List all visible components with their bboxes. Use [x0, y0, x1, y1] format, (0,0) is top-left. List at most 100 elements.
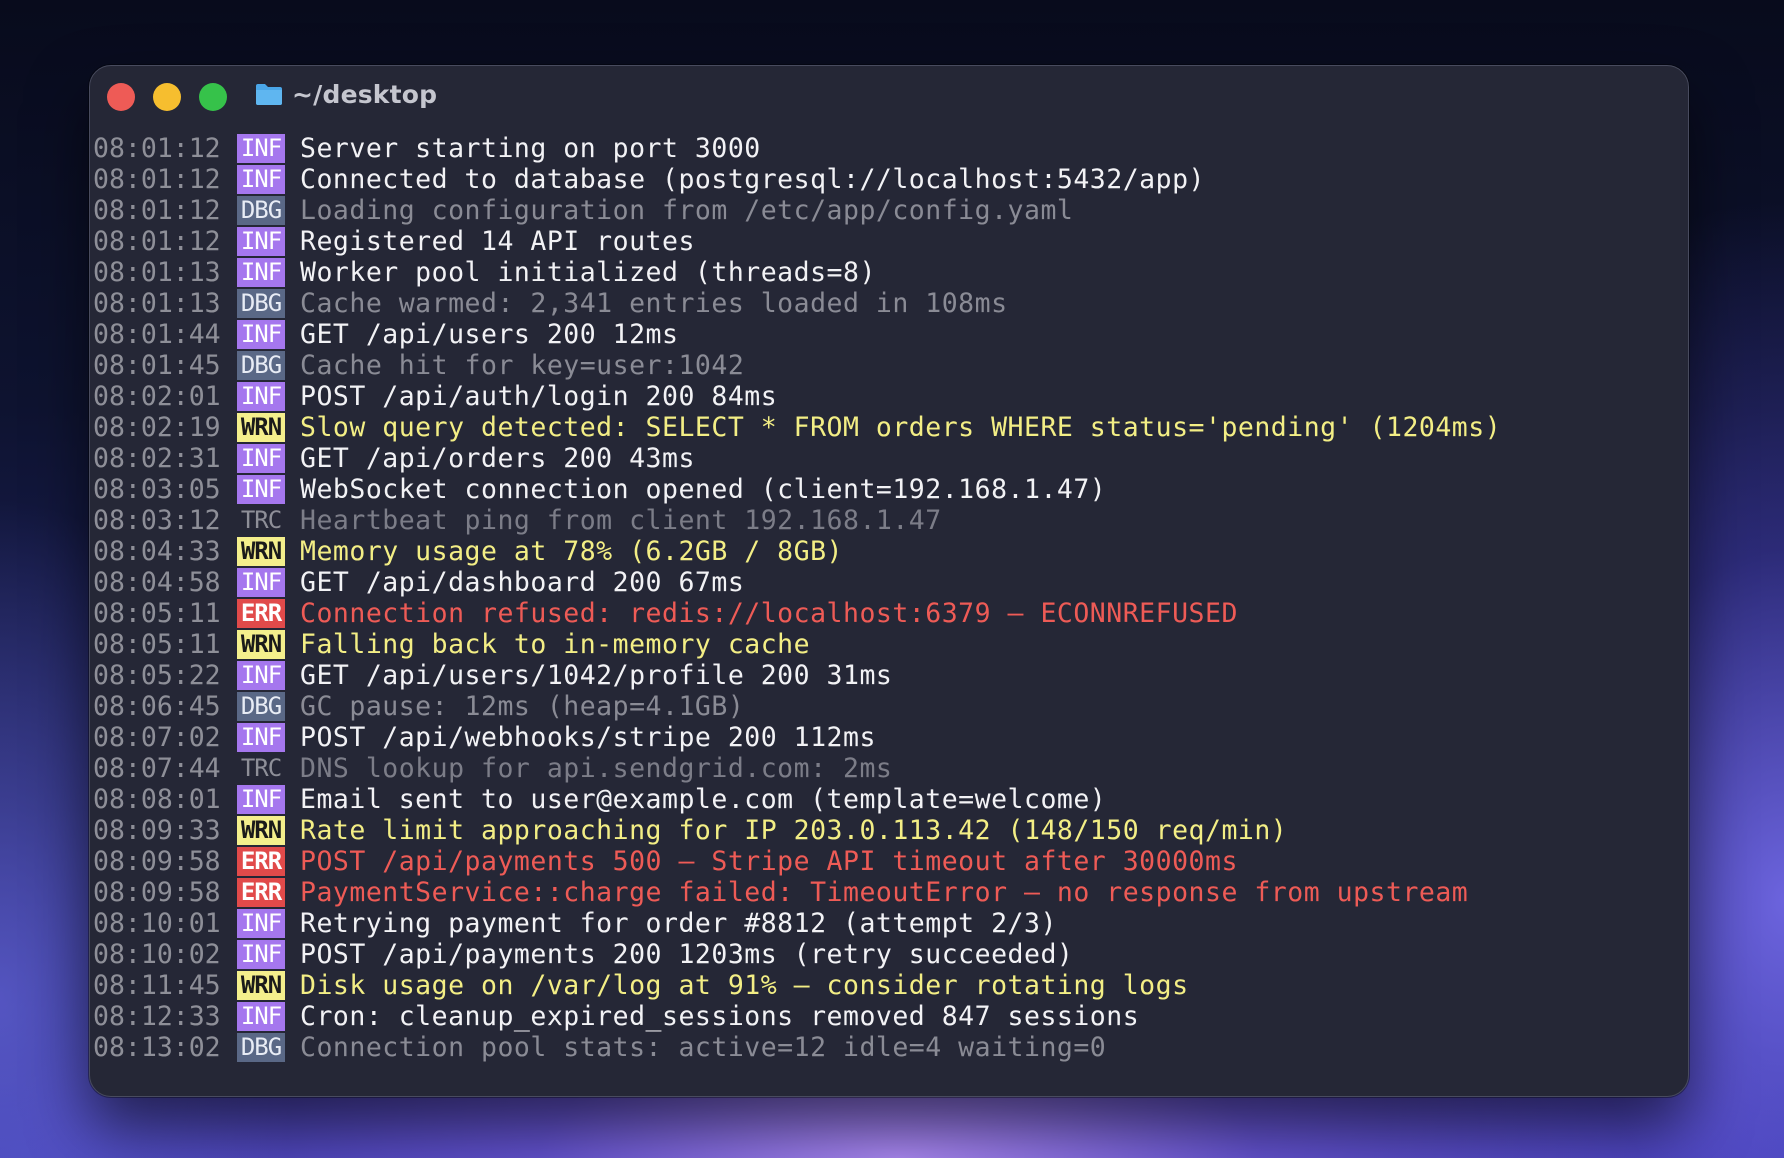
log-level-badge: WRN [237, 816, 285, 845]
log-message: GET /api/orders 200 43ms [300, 443, 695, 474]
log-timestamp: 08:08:01 [93, 784, 221, 815]
maximize-button[interactable] [199, 83, 227, 111]
log-timestamp: 08:02:31 [93, 443, 221, 474]
log-timestamp: 08:01:13 [93, 288, 221, 319]
log-line: 08:03:12 TRC Heartbeat ping from client 19… [93, 505, 1673, 536]
log-message: Retrying payment for order #8812 (attemp… [300, 908, 1057, 939]
log-timestamp: 08:10:01 [93, 908, 221, 939]
log-level-badge: ERR [237, 599, 285, 628]
log-message: Cache warmed: 2,341 entries loaded in 10… [300, 288, 1008, 319]
log-message: Loading configuration from /etc/app/conf… [300, 195, 1074, 226]
log-message: PaymentService::charge failed: TimeoutEr… [300, 877, 1469, 908]
log-timestamp: 08:10:02 [93, 939, 221, 970]
log-message: Heartbeat ping from client 192.168.1.47 [300, 505, 942, 536]
log-line: 08:01:45 DBG Cache hit for key=user:1042 [93, 350, 1673, 381]
log-line: 08:10:01 INF Retrying payment for order #8… [93, 908, 1673, 939]
log-level-badge: INF [237, 909, 285, 938]
folder-icon [256, 84, 282, 105]
log-line: 08:01:12 INF Connected to database (postgr… [93, 164, 1673, 195]
log-timestamp: 08:01:12 [93, 164, 221, 195]
log-line: 08:04:33 WRN Memory usage at 78% (6.2GB / … [93, 536, 1673, 567]
log-line: 08:07:02 INF POST /api/webhooks/stripe 200… [93, 722, 1673, 753]
log-line: 08:01:12 INF Server starting on port 3000 [93, 133, 1673, 164]
log-level-badge: TRC [240, 506, 282, 534]
log-line: 08:01:13 DBG Cache warmed: 2,341 entries l… [93, 288, 1673, 319]
log-level-badge: DBG [237, 1033, 285, 1062]
log-message: GET /api/users/1042/profile 200 31ms [300, 660, 893, 691]
log-line: 08:09:33 WRN Rate limit approaching for IP… [93, 815, 1673, 846]
log-line: 08:13:02 DBG Connection pool stats: active… [93, 1032, 1673, 1063]
terminal-window: ~/desktop 08:01:12 INF Server starting on … [89, 65, 1689, 1097]
log-level-badge: ERR [237, 878, 285, 907]
log-line: 08:02:31 INF GET /api/orders 200 43ms [93, 443, 1673, 474]
log-message: Email sent to user@example.com (template… [300, 784, 1107, 815]
log-message: Server starting on port 3000 [300, 133, 761, 164]
log-timestamp: 08:03:12 [93, 505, 221, 536]
log-output[interactable]: 08:01:12 INF Server starting on port 3000 0… [93, 133, 1673, 1063]
log-line: 08:09:58 ERR PaymentService::charge failed… [93, 877, 1673, 908]
log-level-badge: DBG [237, 196, 285, 225]
log-timestamp: 08:04:33 [93, 536, 221, 567]
log-level-badge: INF [237, 134, 285, 163]
log-line: 08:03:05 INF WebSocket connection opened (… [93, 474, 1673, 505]
log-message: Disk usage on /var/log at 91% — consider… [300, 970, 1189, 1001]
log-level-badge: INF [237, 661, 285, 690]
log-level-badge: DBG [237, 692, 285, 721]
log-level-badge: TRC [240, 754, 282, 782]
log-line: 08:04:58 INF GET /api/dashboard 200 67ms [93, 567, 1673, 598]
log-message: Connection refused: redis://localhost:63… [300, 598, 1238, 629]
title-bar[interactable]: ~/desktop [90, 66, 1688, 130]
log-message: GET /api/dashboard 200 67ms [300, 567, 745, 598]
log-timestamp: 08:04:58 [93, 567, 221, 598]
log-timestamp: 08:07:02 [93, 722, 221, 753]
log-line: 08:07:44 TRC DNS lookup for api.sendgrid.c… [93, 753, 1673, 784]
log-message: Falling back to in-memory cache [300, 629, 811, 660]
log-message: DNS lookup for api.sendgrid.com: 2ms [300, 753, 893, 784]
log-timestamp: 08:09:58 [93, 846, 221, 877]
log-level-badge: INF [237, 785, 285, 814]
log-line: 08:05:11 ERR Connection refused: redis://l… [93, 598, 1673, 629]
log-level-badge: INF [237, 165, 285, 194]
log-level-badge: INF [237, 444, 285, 473]
minimize-button[interactable] [153, 83, 181, 111]
log-line: 08:02:01 INF POST /api/auth/login 200 84ms [93, 381, 1673, 412]
log-line: 08:01:12 INF Registered 14 API routes [93, 226, 1673, 257]
log-message: Rate limit approaching for IP 203.0.113.… [300, 815, 1288, 846]
log-message: Cache hit for key=user:1042 [300, 350, 745, 381]
log-message: Memory usage at 78% (6.2GB / 8GB) [300, 536, 843, 567]
log-timestamp: 08:01:13 [93, 257, 221, 288]
log-level-badge: INF [237, 568, 285, 597]
log-line: 08:01:12 DBG Loading configuration from /e… [93, 195, 1673, 226]
log-timestamp: 08:09:33 [93, 815, 221, 846]
log-level-badge: WRN [237, 971, 285, 1000]
log-message: GC pause: 12ms (heap=4.1GB) [300, 691, 745, 722]
log-line: 08:11:45 WRN Disk usage on /var/log at 91%… [93, 970, 1673, 1001]
log-message: Registered 14 API routes [300, 226, 695, 257]
log-level-badge: INF [237, 940, 285, 969]
log-line: 08:09:58 ERR POST /api/payments 500 — Stri… [93, 846, 1673, 877]
log-level-badge: INF [237, 320, 285, 349]
log-level-badge: INF [237, 258, 285, 287]
log-timestamp: 08:01:12 [93, 133, 221, 164]
window-title: ~/desktop [292, 80, 438, 109]
log-timestamp: 08:02:19 [93, 412, 221, 443]
log-timestamp: 08:01:45 [93, 350, 221, 381]
log-timestamp: 08:05:22 [93, 660, 221, 691]
log-message: GET /api/users 200 12ms [300, 319, 679, 350]
log-timestamp: 08:01:44 [93, 319, 221, 350]
log-message: WebSocket connection opened (client=192.… [300, 474, 1107, 505]
close-button[interactable] [107, 83, 135, 111]
log-level-badge: INF [237, 227, 285, 256]
log-message: Connected to database (postgresql://loca… [300, 164, 1205, 195]
log-timestamp: 08:09:58 [93, 877, 221, 908]
log-level-badge: WRN [237, 537, 285, 566]
log-timestamp: 08:02:01 [93, 381, 221, 412]
log-timestamp: 08:05:11 [93, 598, 221, 629]
log-timestamp: 08:11:45 [93, 970, 221, 1001]
log-line: 08:08:01 INF Email sent to user@example.co… [93, 784, 1673, 815]
log-timestamp: 08:07:44 [93, 753, 221, 784]
log-message: Slow query detected: SELECT * FROM order… [300, 412, 1502, 443]
log-line: 08:01:44 INF GET /api/users 200 12ms [93, 319, 1673, 350]
log-level-badge: ERR [237, 847, 285, 876]
log-message: POST /api/auth/login 200 84ms [300, 381, 778, 412]
